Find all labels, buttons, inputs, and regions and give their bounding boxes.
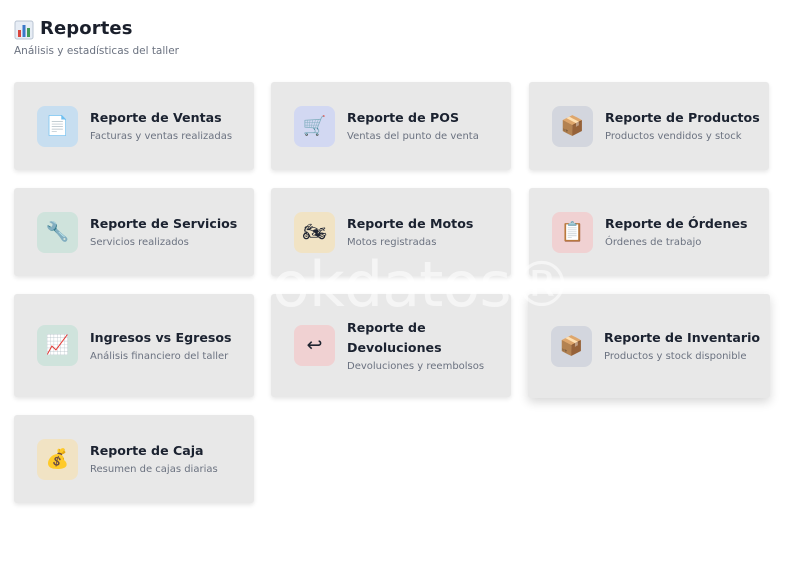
card-title: Ingresos vs Egresos: [90, 329, 232, 345]
shopping-cart-icon: 🛒: [294, 105, 335, 147]
report-card-servicios[interactable]: 🔧 Reporte de Servicios Servicios realiza…: [14, 188, 254, 276]
card-description: Productos vendidos y stock: [605, 131, 742, 142]
money-bag-icon: 💰: [37, 438, 78, 480]
return-arrow-icon: ↩: [294, 325, 335, 366]
title-row: Reportes: [14, 18, 179, 39]
card-title: Reporte de Caja: [90, 443, 204, 458]
trend-chart-icon: 📈: [37, 325, 78, 366]
card-description: Análisis financiero del taller: [90, 350, 229, 362]
wrench-icon: 🔧: [37, 211, 78, 253]
card-title: Reporte de Inventario: [604, 330, 761, 345]
page-title: Reportes: [40, 18, 133, 39]
card-title: Reporte de Devoluciones: [347, 319, 442, 355]
report-card-ordenes[interactable]: 📋 Reporte de Órdenes Órdenes de trabajo: [529, 188, 769, 276]
document-icon: 📄: [37, 105, 78, 147]
card-description: Resumen de cajas diarias: [90, 464, 218, 475]
report-card-inventario[interactable]: 📦 Reporte de Inventario Productos y stoc…: [528, 294, 770, 398]
card-title: Reporte de Órdenes: [605, 216, 748, 231]
card-description: Productos y stock disponible: [604, 351, 747, 362]
card-description: Facturas y ventas realizadas: [90, 131, 233, 142]
page-subtitle: Análisis y estadísticas del taller: [14, 45, 179, 57]
card-description: Devoluciones y reembolsos: [347, 360, 485, 372]
report-card-ingresos-egresos[interactable]: 📈 Ingresos vs Egresos Análisis financier…: [14, 294, 254, 397]
package-icon: 📦: [552, 105, 593, 147]
card-description: Servicios realizados: [90, 237, 189, 248]
report-card-ventas[interactable]: 📄 Reporte de Ventas Facturas y ventas re…: [14, 82, 254, 170]
card-description: Órdenes de trabajo: [605, 237, 702, 248]
bar-chart-icon: [14, 20, 34, 39]
report-card-devoluciones[interactable]: ↩ Reporte de Devoluciones Devoluciones y…: [271, 294, 511, 397]
card-title: Reporte de Motos: [347, 216, 474, 231]
card-description: Ventas del punto de venta: [347, 131, 479, 142]
clipboard-icon: 📋: [552, 211, 593, 253]
motorcycle-icon: 🏍: [294, 211, 335, 253]
card-title: Reporte de POS: [347, 110, 460, 125]
card-title: Reporte de Servicios: [90, 216, 238, 231]
report-card-caja[interactable]: 💰 Reporte de Caja Resumen de cajas diari…: [14, 415, 254, 503]
page-header: Reportes Análisis y estadísticas del tal…: [14, 18, 179, 57]
report-card-productos[interactable]: 📦 Reporte de Productos Productos vendido…: [529, 82, 769, 170]
report-card-pos[interactable]: 🛒 Reporte de POS Ventas del punto de ven…: [271, 82, 511, 170]
report-card-motos[interactable]: 🏍 Reporte de Motos Motos registradas: [271, 188, 511, 276]
card-description: Motos registradas: [347, 237, 437, 248]
package-icon: 📦: [551, 325, 592, 367]
card-title: Reporte de Ventas: [90, 110, 222, 125]
card-title: Reporte de Productos: [605, 110, 760, 125]
